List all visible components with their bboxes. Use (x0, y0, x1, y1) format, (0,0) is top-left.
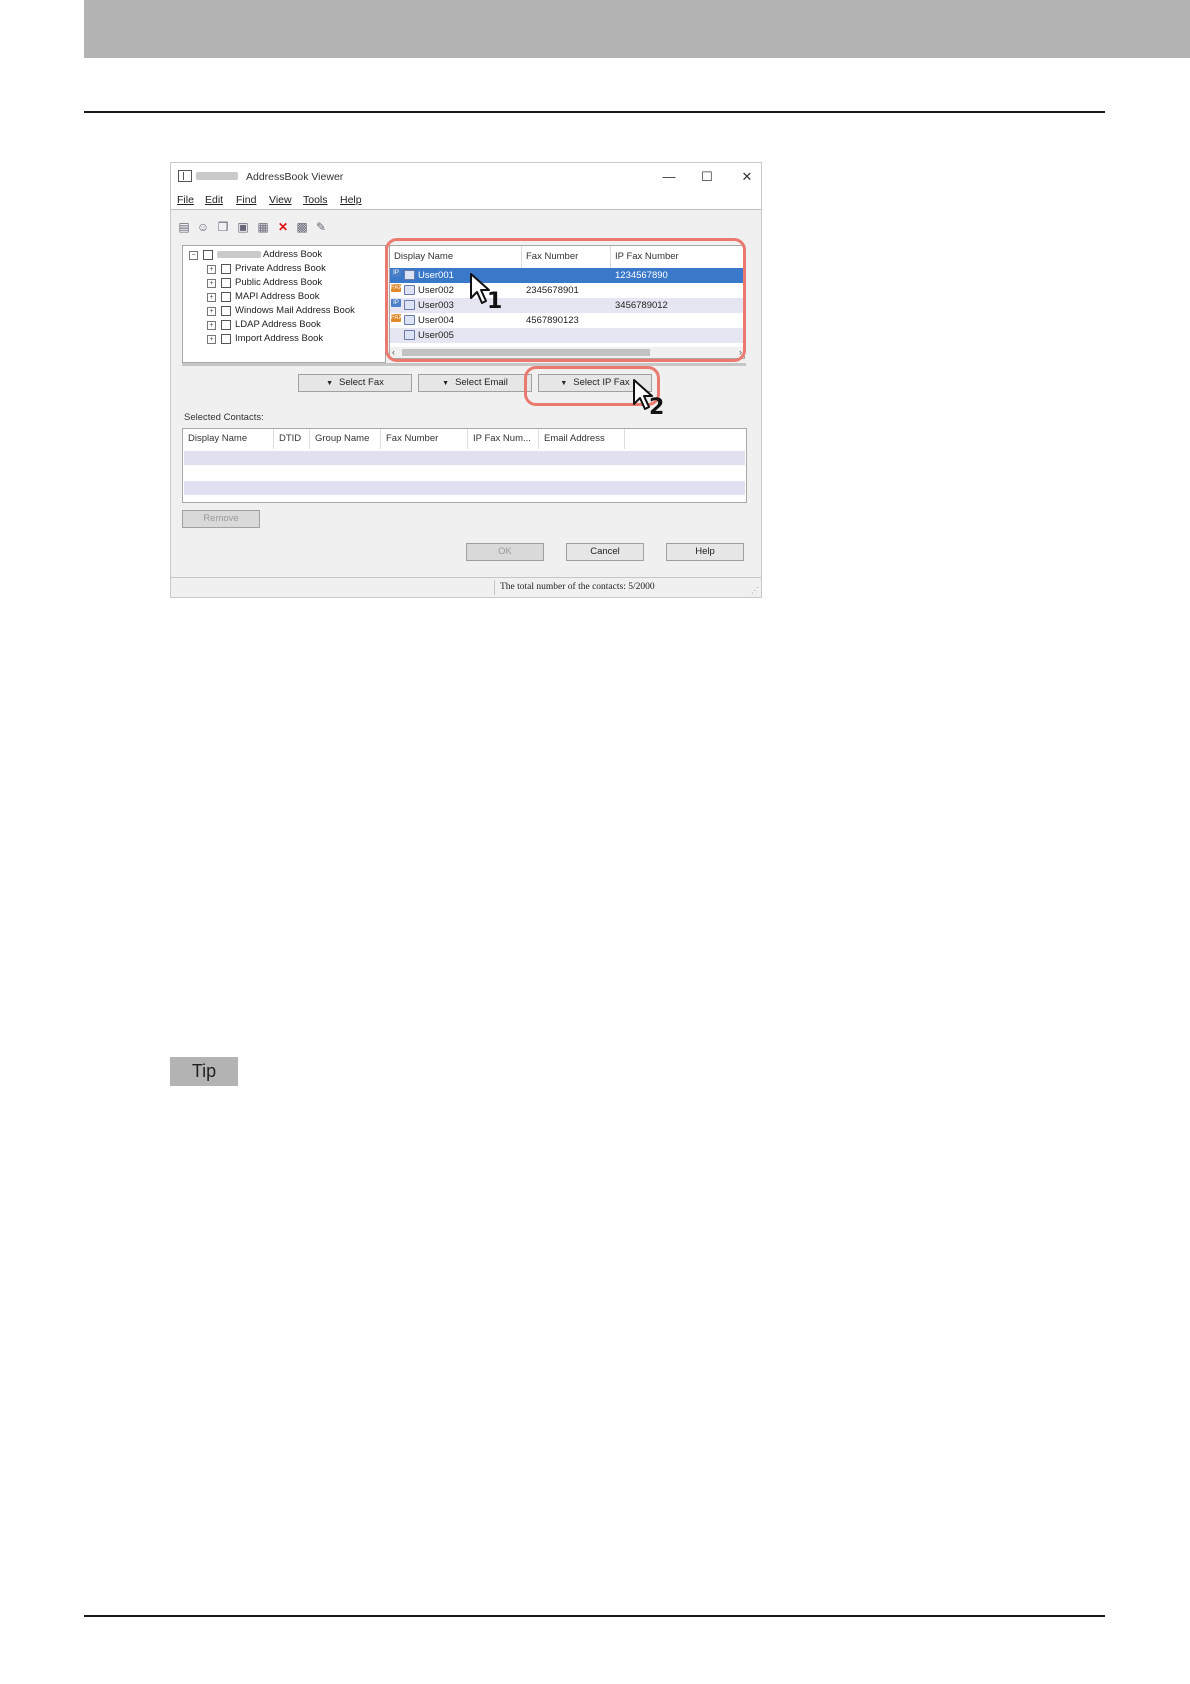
book-icon (221, 292, 231, 302)
book-icon (221, 320, 231, 330)
expand-icon[interactable]: + (207, 293, 216, 302)
step-number-2: 2 (649, 395, 665, 420)
menu-edit[interactable]: Edit (205, 194, 223, 206)
pane-splitter[interactable] (182, 363, 746, 366)
blurred-name (217, 250, 261, 258)
cancel-button[interactable]: Cancel (566, 543, 644, 561)
selected-column-group-name[interactable]: Group Name (310, 429, 381, 449)
expand-icon[interactable]: + (207, 321, 216, 330)
selected-column-email-address[interactable]: Email Address (539, 429, 625, 449)
tree-item-label: Windows Mail Address Book (235, 305, 355, 316)
select-fax-button[interactable]: ▼ Select Fax (298, 374, 412, 392)
tree-item-label: Private Address Book (235, 263, 326, 274)
new-contact-icon[interactable]: ▤ (177, 220, 191, 234)
close-button[interactable]: ✕ (733, 167, 761, 187)
delete-icon[interactable]: ✕ (276, 220, 290, 234)
expand-icon[interactable]: + (207, 279, 216, 288)
menu-help[interactable]: Help (340, 194, 362, 206)
selected-column-ip-fax-number[interactable]: IP Fax Num... (468, 429, 539, 449)
menu-file[interactable]: File (177, 194, 194, 206)
remove-button[interactable]: Remove (182, 510, 260, 528)
import-icon[interactable]: ▩ (295, 220, 309, 234)
maximize-button[interactable]: ☐ (693, 167, 721, 187)
bottom-rule (84, 1615, 1105, 1617)
expand-icon[interactable]: + (207, 265, 216, 274)
tree-root-label: Address Book (263, 249, 323, 260)
empty-row-stripe (184, 481, 745, 495)
book-icon (221, 264, 231, 274)
address-book-app-icon (178, 170, 192, 182)
tip-label: Tip (170, 1057, 238, 1086)
status-bar: The total number of the contacts: 5/2000… (171, 577, 761, 597)
selected-contacts-label: Selected Contacts: (184, 412, 264, 423)
menu-view[interactable]: View (269, 194, 292, 206)
copy-icon[interactable]: ❐ (216, 220, 230, 234)
expand-icon[interactable]: + (207, 307, 216, 316)
top-rule (84, 111, 1105, 113)
book-icon (221, 334, 231, 344)
selected-column-fax-number[interactable]: Fax Number (381, 429, 468, 449)
title-bar: AddressBook Viewer — ☐ ✕ (171, 163, 761, 191)
contact-count-status: The total number of the contacts: 5/2000 (500, 582, 655, 592)
collapse-icon[interactable]: − (189, 251, 198, 260)
menu-find[interactable]: Find (236, 194, 256, 206)
addressbook-viewer-window: AddressBook Viewer — ☐ ✕ File Edit Find … (170, 162, 762, 598)
expand-icon[interactable]: + (207, 335, 216, 344)
tree-item-label: Import Address Book (235, 333, 324, 344)
book-icon (203, 250, 213, 260)
book-icon (221, 278, 231, 288)
callout-contact-list (385, 238, 746, 362)
resize-grip-icon[interactable]: ⋰ (751, 586, 759, 595)
status-divider (494, 580, 495, 595)
address-book-tree: − Address Book + Private Address Book + … (182, 245, 386, 363)
selected-column-display-name[interactable]: Display Name (183, 429, 274, 449)
properties-icon[interactable]: ▦ (256, 220, 270, 234)
book-icon (221, 306, 231, 316)
help-button[interactable]: Help (666, 543, 744, 561)
empty-row-stripe (184, 451, 745, 465)
selected-column-dtid[interactable]: DTID (274, 429, 310, 449)
dropdown-arrow-icon: ▼ (326, 380, 334, 387)
blurred-product-name (196, 172, 238, 180)
select-fax-label: Select Fax (339, 377, 384, 388)
select-email-button[interactable]: ▼ Select Email (418, 374, 532, 392)
menu-tools[interactable]: Tools (303, 194, 328, 206)
export-icon[interactable]: ✎ (314, 220, 328, 234)
minimize-button[interactable]: — (655, 167, 683, 187)
window-title: AddressBook Viewer (246, 171, 344, 183)
tree-item-label: Public Address Book (235, 277, 323, 288)
dropdown-arrow-icon: ▼ (442, 380, 450, 387)
select-email-label: Select Email (455, 377, 508, 388)
step-number-1: 1 (487, 289, 503, 314)
page-header-bar (84, 0, 1190, 58)
paste-icon[interactable]: ▣ (236, 220, 250, 234)
new-group-icon[interactable]: ☺ (196, 220, 210, 234)
tree-item-label: LDAP Address Book (235, 319, 321, 330)
tree-item-label: MAPI Address Book (235, 291, 320, 302)
selected-contacts-table: Display Name DTID Group Name Fax Number … (182, 428, 747, 503)
ok-button[interactable]: OK (466, 543, 544, 561)
menu-bar: File Edit Find View Tools Help (171, 191, 761, 210)
